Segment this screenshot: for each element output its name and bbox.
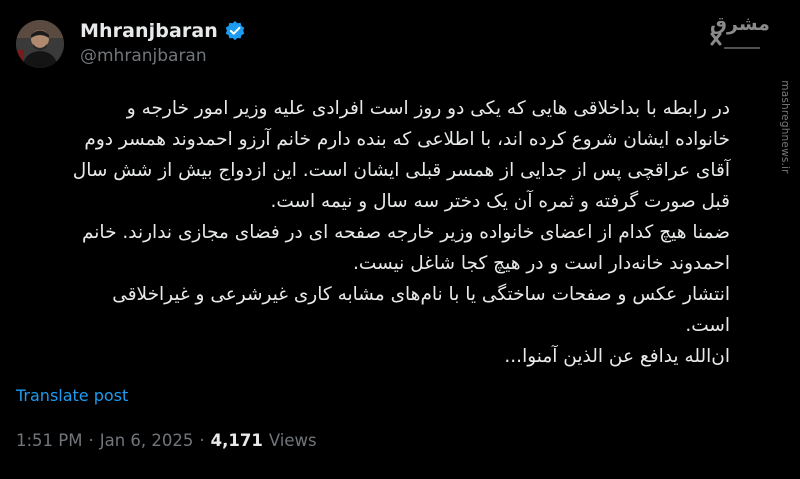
post-line: انتشار عکس و صفحات ساختگی یا با نام‌های … bbox=[112, 284, 730, 305]
views-count: 4,171 bbox=[210, 431, 263, 450]
author-display-name[interactable]: Mhranjbaran bbox=[80, 20, 218, 42]
verified-badge-icon bbox=[224, 20, 246, 42]
post-time[interactable]: 1:51 PM bbox=[16, 431, 82, 450]
post-line: ان‌الله یدافع عن الذین آمنوا... bbox=[504, 346, 730, 367]
watermark-site-text: mashreghnews.ir bbox=[779, 80, 791, 174]
meta-separator: · bbox=[88, 431, 94, 450]
views-label: Views bbox=[268, 431, 317, 450]
post-header: Mhranjbaran @mhranjbaran bbox=[16, 14, 636, 74]
watermark-logo-text: مشرق bbox=[710, 13, 770, 35]
mashregh-logo: مشرق bbox=[700, 4, 772, 62]
avatar[interactable] bbox=[16, 20, 64, 68]
post-line: قبل صورت گرفته و ثمره آن یک دختر سه سال … bbox=[270, 191, 730, 212]
post-line: است. bbox=[685, 315, 730, 336]
post-line: آقای عراقچی پس از جدایی از همسر قبلی ایش… bbox=[72, 160, 730, 181]
post-line: ضمنا هیچ کدام از اعضای خانواده وزیر خارج… bbox=[81, 222, 730, 243]
post-body: در رابطه با بداخلاقی هایی که یکی دو روز … bbox=[18, 93, 730, 372]
post-line: خانواده ایشان شروع کرده اند، با اطلاعی ک… bbox=[84, 129, 730, 150]
post-meta: 1:51 PM · Jan 6, 2025 · 4,171 Views bbox=[16, 431, 317, 450]
post-date[interactable]: Jan 6, 2025 bbox=[100, 431, 194, 450]
post-line: در رابطه با بداخلاقی هایی که یکی دو روز … bbox=[126, 98, 730, 119]
meta-separator: · bbox=[199, 431, 205, 450]
post-line: احمدوند خانه‌دار است و در هیچ کجا شاغل ن… bbox=[353, 253, 730, 274]
watermark-site: mashreghnews.ir bbox=[770, 26, 796, 246]
translate-post-link[interactable]: Translate post bbox=[16, 386, 128, 405]
author-handle[interactable]: @mhranjbaran bbox=[80, 46, 246, 66]
